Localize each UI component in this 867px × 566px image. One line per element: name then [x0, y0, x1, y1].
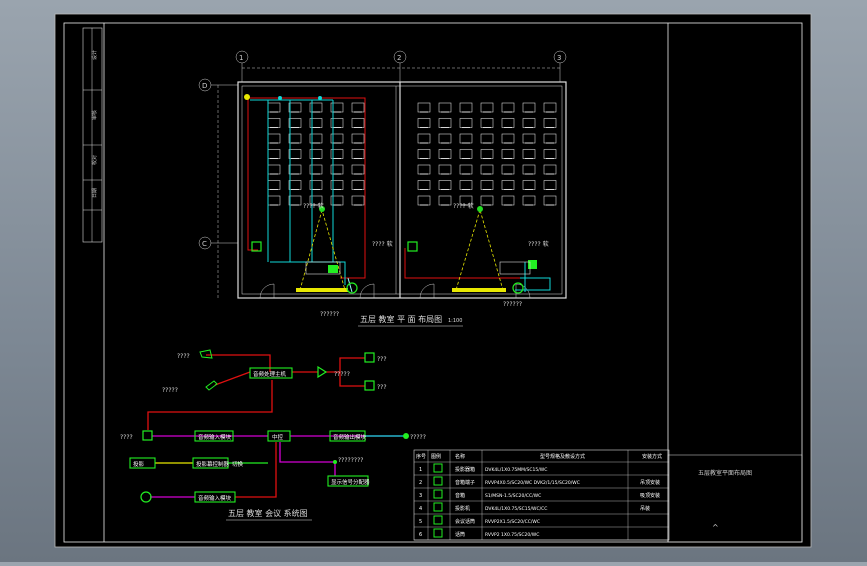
- block-local-sw-label: 切换: [232, 460, 244, 468]
- plan-tag-left-mic-b: ???? 软: [372, 240, 393, 248]
- titleblock-name: 五层教室平面布局图: [698, 469, 752, 477]
- side-label-check: 校对: [91, 155, 98, 165]
- plan-tag-left-mic: ???? 软: [303, 202, 324, 210]
- plan-scale: 1:100: [448, 318, 462, 324]
- side-label-design: 设计: [91, 50, 98, 60]
- block-mixer-label: 音频处理主机: [253, 370, 287, 378]
- sys-label-amp-out: ?????: [334, 371, 350, 378]
- sys-label-spk: ???: [377, 356, 387, 363]
- legend-header-mount: 安装方式: [642, 453, 662, 460]
- legend-cell-mount: 吊顶安装: [640, 479, 660, 486]
- legend-cell-name: 投影器箱: [455, 466, 475, 473]
- legend-cell-no: 6: [419, 532, 422, 538]
- legend-cell-no: 1: [419, 467, 422, 473]
- side-label-review: 审核: [91, 110, 98, 120]
- block-vga-box-label: 显示信号分配器: [331, 478, 370, 486]
- legend-cell-spec: RVVP2 1X0.75/SC20/WC: [485, 532, 539, 538]
- sys-label-mic2: ?????: [162, 387, 178, 394]
- block-screen-ctrl-label: 投影幕控制器: [196, 460, 230, 468]
- cad-viewport[interactable]: 设计 审核 校对 日期 五层教室平面布局图 ^ 1 2 3 D C ???? 软…: [0, 0, 867, 562]
- plan-tag-left-bottom: ??????: [320, 311, 339, 318]
- legend-cell-spec: S1/MSN-1.5/SC20/CC/WC: [485, 493, 541, 499]
- grid-label-1: 1: [239, 54, 243, 62]
- sys-label-mic1: ????: [177, 353, 190, 360]
- legend-cell-spec: RVVP2X1.5/SC20/CC/WC: [485, 519, 540, 525]
- sys-label-ext-in: ????: [120, 434, 133, 441]
- legend-cell-name: 音箱端子: [455, 479, 475, 486]
- legend-cell-name: 音箱: [455, 492, 465, 499]
- block-in1-label: 音频输入模块: [198, 433, 232, 441]
- legend-cell-mount: 吸顶安装: [640, 492, 660, 499]
- plan-title: 五层 教室 平 面 布局图: [360, 314, 442, 324]
- legend-header-no: 序号: [416, 453, 426, 460]
- legend-cell-name: 投影机: [455, 505, 470, 512]
- sys-label-spk2: ???: [377, 384, 387, 391]
- legend-cell-name: 会议话筒: [455, 518, 475, 525]
- legend-cell-mount: 吊装: [640, 505, 650, 512]
- legend-header-name: 名称: [455, 453, 465, 460]
- legend-cell-no: 3: [419, 493, 422, 499]
- legend-cell-spec: RVVP4X0.5/SC20/WC DVK2/1/15/SC20/WC: [485, 480, 580, 486]
- block-projector-label: 投影: [133, 460, 145, 468]
- grid-label-c: C: [202, 240, 207, 248]
- side-label-date: 日期: [92, 188, 98, 198]
- legend-header-symbol: 图例: [431, 453, 441, 460]
- legend-header-spec: 型号规格及敷设方式: [540, 453, 585, 460]
- plan-tag-right-bottom: ??????: [503, 301, 522, 308]
- drawing-canvas[interactable]: 设计 审核 校对 日期 五层教室平面布局图 ^ 1 2 3 D C ???? 软…: [0, 0, 867, 562]
- sys-label-out-right: ?????: [410, 434, 426, 441]
- block-out1-label: 音频输出模块: [333, 433, 367, 441]
- grid-label-2: 2: [397, 54, 401, 62]
- legend-cell-no: 5: [419, 519, 422, 525]
- system-title: 五层 教室 会议 系统图: [228, 508, 308, 518]
- legend-cell-no: 2: [419, 480, 422, 486]
- plan-tag-right-mic-b: ???? 软: [528, 240, 549, 248]
- plan-tag-right-mic: ???? 软: [453, 202, 474, 210]
- grid-label-d: D: [202, 82, 207, 90]
- legend-cell-name: 话筒: [455, 531, 465, 538]
- block-in2-label: 音频输入模块: [198, 494, 232, 502]
- sys-label-branch: ????????: [338, 457, 363, 464]
- legend-cell-spec: DVK4L/1X0.75MM/SC15/WC: [485, 467, 547, 473]
- legend-cell-spec: DVK4L/1X0.75/SC15/WC/CC: [485, 506, 547, 512]
- legend-cell-no: 4: [419, 506, 422, 512]
- block-matrix-label: 中控: [272, 433, 284, 441]
- sheet-background: [54, 13, 812, 548]
- grid-label-3: 3: [557, 54, 561, 62]
- titleblock-mark: ^: [712, 523, 719, 532]
